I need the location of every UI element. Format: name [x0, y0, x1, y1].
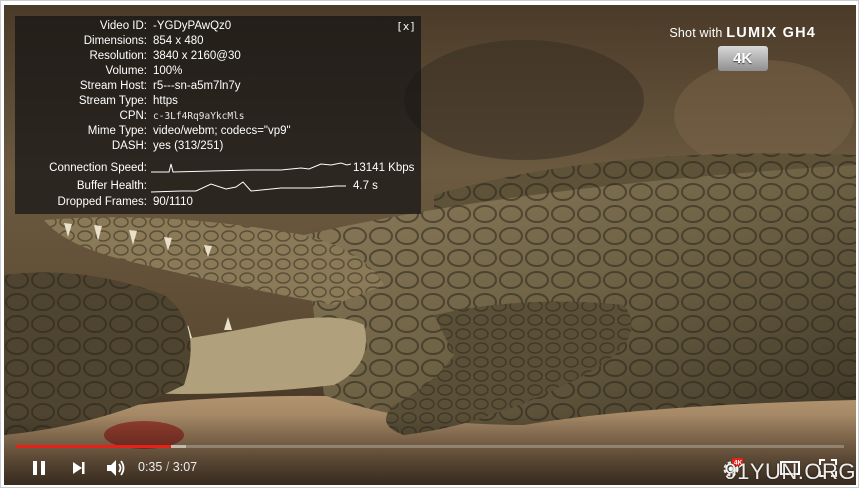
stat-value: c-3Lf4Rq9aYkcMls	[153, 111, 245, 122]
stat-label: CPN:	[119, 110, 147, 122]
camera-watermark: Shot with LUMIX GH4 4K	[669, 25, 816, 71]
stat-row-dash: DASH: yes (313/251)	[15, 139, 421, 154]
stat-value: video/webm; codecs="vp9"	[153, 125, 291, 137]
stat-row-dimensions: Dimensions: 854 x 480	[15, 34, 421, 49]
current-time: 0:35	[138, 460, 163, 474]
stat-row-dropped-frames: Dropped Frames: 90/1110	[15, 195, 421, 210]
stat-value: 3840 x 2160@30	[153, 50, 241, 62]
stat-row-mime-type: Mime Type: video/webm; codecs="vp9"	[15, 124, 421, 139]
buffer-health-graph	[151, 181, 346, 193]
stat-label: Dropped Frames:	[57, 196, 147, 208]
next-button[interactable]	[68, 457, 90, 479]
duration: 3:07	[172, 460, 198, 474]
watermark-text: Shot with LUMIX GH4	[669, 25, 816, 41]
video-player[interactable]: [x] Video ID: -YGDyPAwQz0 Dimensions: 85…	[4, 5, 856, 485]
stat-label: Video ID:	[99, 20, 147, 32]
stat-row-volume: Volume: 100%	[15, 64, 421, 79]
progress-bar[interactable]	[16, 445, 844, 448]
stat-value: https	[153, 95, 178, 107]
time-separator: /	[162, 460, 173, 474]
stat-row-stream-host: Stream Host: r5---sn-a5m7ln7y	[15, 79, 421, 94]
stat-value: -YGDyPAwQz0	[153, 20, 232, 32]
volume-button[interactable]	[104, 457, 128, 479]
stat-label: Dimensions:	[83, 35, 147, 47]
watermark-prefix: Shot with	[669, 26, 727, 40]
stat-label: DASH:	[111, 140, 147, 152]
progress-played	[16, 445, 171, 448]
stat-label: Stream Host:	[79, 80, 147, 92]
volume-icon	[107, 460, 125, 476]
stat-label: Volume:	[105, 65, 147, 77]
stat-value: 4.7 s	[353, 180, 378, 192]
next-icon	[73, 462, 85, 474]
stat-row-buffer-health: Buffer Health: 4.7 s	[15, 179, 421, 194]
stat-value: 13141 Kbps	[353, 162, 415, 174]
stat-label: Buffer Health:	[76, 180, 147, 192]
stat-row-stream-type: Stream Type: https	[15, 94, 421, 109]
watermark-brand: LUMIX GH4	[726, 25, 816, 41]
stats-for-nerds-panel: [x] Video ID: -YGDyPAwQz0 Dimensions: 85…	[15, 16, 421, 214]
time-display: 0:35 / 3:07	[138, 460, 197, 474]
browser-frame: [x] Video ID: -YGDyPAwQz0 Dimensions: 85…	[0, 0, 859, 488]
stat-row-video-id: Video ID: -YGDyPAwQz0	[15, 19, 421, 34]
stat-value: 100%	[153, 65, 183, 77]
stat-label: Resolution:	[89, 50, 147, 62]
stat-value: yes (313/251)	[153, 140, 224, 152]
pause-icon	[33, 461, 45, 475]
stat-row-resolution: Resolution: 3840 x 2160@30	[15, 49, 421, 64]
stat-value: 90/1110	[153, 196, 193, 208]
stat-label: Stream Type:	[78, 95, 147, 107]
stat-label: Mime Type:	[87, 125, 147, 137]
stat-row-cpn: CPN: c-3Lf4Rq9aYkcMls	[15, 109, 421, 124]
stat-value: 854 x 480	[153, 35, 204, 47]
site-watermark: 91YUN.ORG	[724, 459, 856, 484]
stat-value: r5---sn-a5m7ln7y	[153, 80, 241, 92]
stat-row-connection-speed: Connection Speed: 13141 Kbps	[15, 161, 421, 176]
connection-speed-graph	[151, 162, 351, 173]
stat-label: Connection Speed:	[49, 162, 147, 174]
pause-button[interactable]	[28, 457, 50, 479]
watermark-4k-badge: 4K	[717, 46, 768, 71]
